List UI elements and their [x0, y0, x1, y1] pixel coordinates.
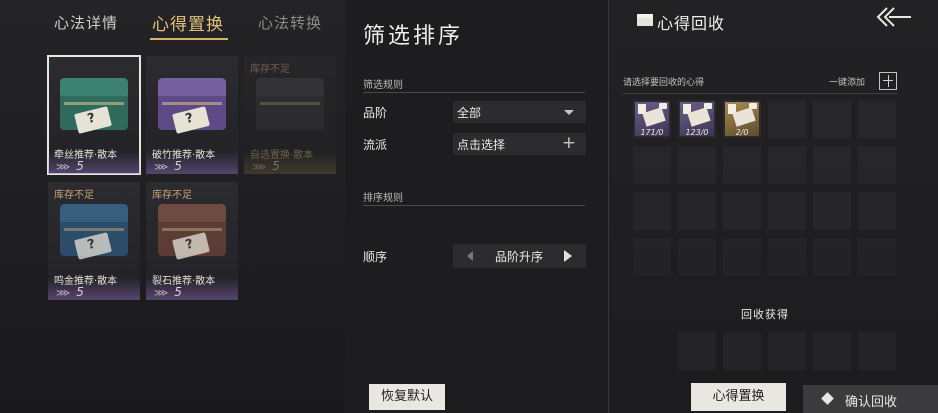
- confirm-recycle-label: 确认回收: [845, 395, 898, 410]
- tab-convert[interactable]: 心法转换: [258, 12, 322, 33]
- recycle-slot[interactable]: [723, 146, 761, 184]
- card-zixuan[interactable]: 库存不足 自选置换·散本 ⋙ 5: [244, 56, 336, 174]
- recycle-slot[interactable]: [858, 146, 896, 184]
- stock-status: 库存不足: [54, 190, 94, 201]
- grade-label: 品阶: [363, 106, 388, 120]
- divider: [363, 205, 585, 206]
- arrow-right-icon[interactable]: [564, 250, 572, 262]
- grade-select[interactable]: 全部: [453, 101, 586, 123]
- recycle-slot[interactable]: [813, 192, 851, 230]
- stock-status: 库存不足: [152, 190, 192, 201]
- recycle-gain-label: 回收获得: [741, 308, 789, 321]
- chest-icon: [637, 14, 653, 26]
- add-all-label[interactable]: 一键添加: [829, 75, 865, 88]
- brush-icon: ⋙: [154, 288, 169, 299]
- filter-title: 筛选排序: [363, 24, 464, 49]
- stock-status: 库存不足: [250, 64, 290, 75]
- card-pozhu[interactable]: 破竹推荐·散本 ⋙5: [146, 56, 238, 174]
- grade-value: 全部: [457, 106, 482, 120]
- reward-slot: [723, 332, 761, 370]
- recycle-slot[interactable]: [768, 238, 806, 276]
- recycle-title: 心得回收: [657, 14, 726, 33]
- tab-details[interactable]: 心法详情: [54, 12, 118, 33]
- chest-icon: [256, 78, 324, 130]
- brush-icon: ⋙: [56, 162, 71, 173]
- confirm-recycle-button[interactable]: 确认回收: [803, 385, 938, 413]
- brush-icon: ⋙: [56, 288, 71, 299]
- arrow-left-icon[interactable]: [467, 251, 473, 261]
- recycle-slot[interactable]: [723, 238, 761, 276]
- card-qiansi[interactable]: 牵丝推荐·散本 ⋙5: [47, 55, 141, 175]
- recycle-slot[interactable]: [678, 238, 716, 276]
- card-lieshi[interactable]: 库存不足 裂石推荐·散本 ⋙5: [146, 182, 238, 300]
- recycle-slot[interactable]: 171/0: [633, 100, 671, 138]
- recycle-slot[interactable]: [768, 192, 806, 230]
- card-count: ⋙ 5: [154, 285, 182, 299]
- recycle-slot[interactable]: [768, 100, 806, 138]
- divider: [363, 92, 585, 93]
- brush-icon: ⋙: [252, 162, 267, 173]
- recycle-slot[interactable]: [813, 100, 851, 138]
- recycle-slot[interactable]: [813, 146, 851, 184]
- recycle-slot[interactable]: [633, 146, 671, 184]
- left-panel: 心法详情 心得置换 心法转换 牵丝推荐·散本 ⋙5 破竹推荐·散本 ⋙5 库存不…: [0, 0, 345, 413]
- card-count: ⋙ 5: [154, 159, 182, 173]
- recycle-slot[interactable]: [768, 146, 806, 184]
- card-mingjin[interactable]: 库存不足 鸣金推荐·散本 ⋙5: [48, 182, 140, 300]
- recycle-slot[interactable]: [858, 100, 896, 138]
- caret-down-icon: [564, 110, 574, 115]
- recycle-slot[interactable]: [723, 192, 761, 230]
- recycle-slot[interactable]: [813, 238, 851, 276]
- replace-button[interactable]: 心得置换: [691, 383, 786, 411]
- reward-slot: [678, 332, 716, 370]
- recycle-panel: 心得回收 请选择要回收的心得 一键添加 171/0 123/0 2/0 回收获得: [609, 0, 938, 413]
- order-stepper: 品阶升序: [453, 244, 586, 268]
- recycle-slot[interactable]: [633, 238, 671, 276]
- brush-icon: ⋙: [154, 162, 169, 173]
- recycle-hint: 请选择要回收的心得: [623, 78, 705, 88]
- plus-icon: +: [561, 133, 576, 153]
- reward-slot: [813, 332, 851, 370]
- diamond-icon: [821, 392, 834, 405]
- item-count: 2/0: [735, 128, 749, 137]
- school-value: 点击选择: [457, 138, 506, 152]
- divider: [623, 93, 898, 94]
- school-label: 流派: [363, 138, 388, 152]
- filter-panel: 筛选排序 筛选规则 品阶 全部 流派 点击选择 + 排序规则 顺序 品阶升序 恢…: [345, 0, 608, 413]
- card-count: ⋙ 5: [56, 159, 84, 173]
- card-count: ⋙ 5: [56, 285, 84, 299]
- reward-slot: [768, 332, 806, 370]
- reset-button[interactable]: 恢复默认: [369, 384, 445, 410]
- recycle-slot[interactable]: 123/0: [678, 100, 716, 138]
- recycle-slot[interactable]: [678, 192, 716, 230]
- recycle-slot[interactable]: [858, 238, 896, 276]
- order-value: 品阶升序: [495, 250, 544, 264]
- order-label: 顺序: [363, 250, 388, 264]
- back-icon[interactable]: [875, 6, 915, 28]
- recycle-slot[interactable]: 2/0: [723, 100, 761, 138]
- sort-rules-label: 排序规则: [363, 193, 403, 204]
- active-tab-underline: [150, 38, 228, 40]
- item-count: 123/0: [685, 128, 709, 137]
- reward-slot: [858, 332, 896, 370]
- school-select[interactable]: 点击选择 +: [453, 133, 586, 155]
- tab-replace[interactable]: 心得置换: [152, 10, 224, 35]
- recycle-slot[interactable]: [678, 146, 716, 184]
- add-all-button[interactable]: [879, 72, 897, 90]
- card-count: ⋙ 5: [252, 159, 280, 173]
- item-count: 171/0: [640, 128, 664, 137]
- recycle-slot[interactable]: [633, 192, 671, 230]
- tab-bar: 心法详情 心得置换 心法转换: [0, 10, 345, 40]
- filter-rules-label: 筛选规则: [363, 80, 403, 91]
- recycle-slot[interactable]: [858, 192, 896, 230]
